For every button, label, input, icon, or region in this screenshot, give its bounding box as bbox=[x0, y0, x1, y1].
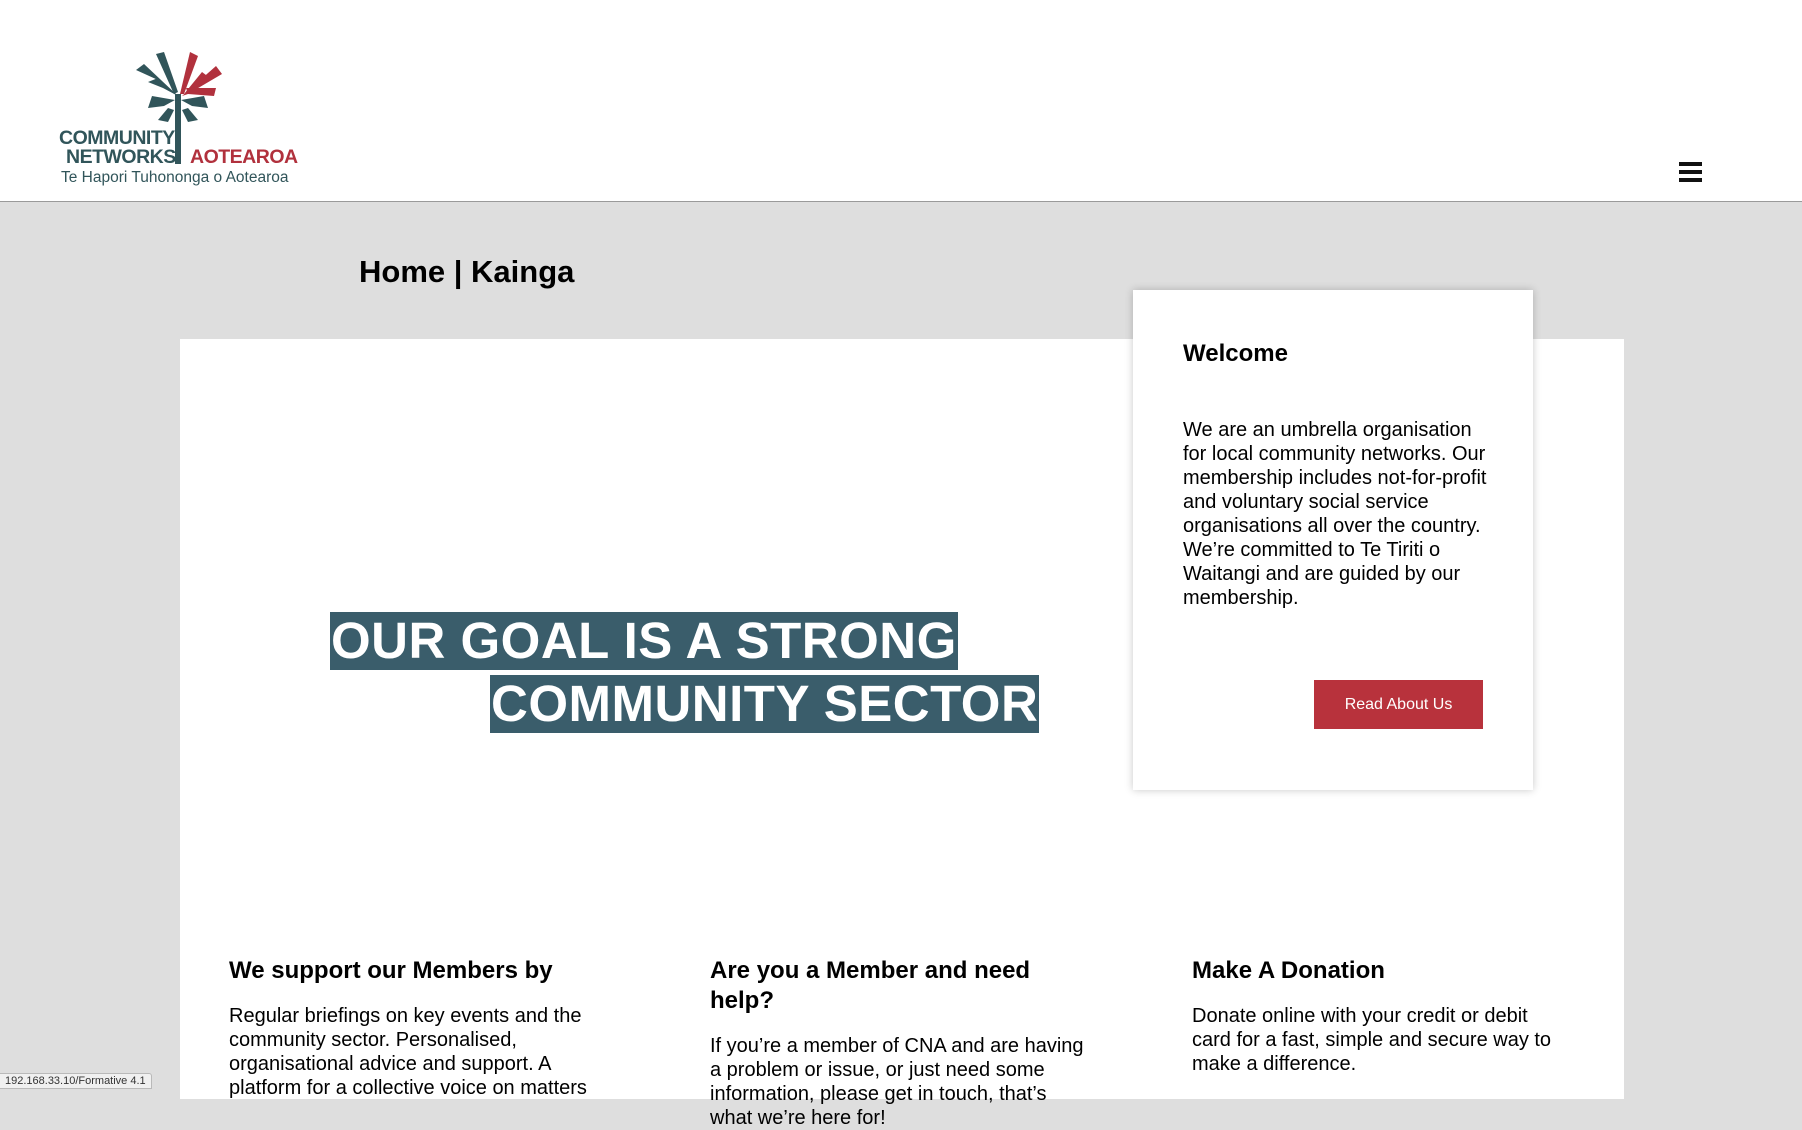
members-support-column: We support our Members by Regular briefi… bbox=[229, 956, 609, 1100]
logo-text-networks: NETWORKS bbox=[66, 146, 176, 168]
hamburger-menu-icon[interactable] bbox=[1676, 158, 1704, 186]
column-title: Make A Donation bbox=[1192, 957, 1385, 984]
donation-column: Make A Donation Donate online with your … bbox=[1192, 956, 1572, 1076]
link-status-bar: 192.168.33.10/Formative 4.1 bbox=[0, 1073, 152, 1089]
hero-line-1: OUR GOAL IS A STRONG bbox=[330, 612, 958, 670]
welcome-card: Welcome We are an umbrella organisation … bbox=[1133, 290, 1533, 790]
page-title: Home | Kainga bbox=[359, 254, 575, 289]
column-text: Donate online with your credit or debit … bbox=[1192, 1005, 1552, 1075]
hero-line-2: COMMUNITY SECTOR bbox=[490, 675, 1040, 733]
column-text: Regular briefings on key events and the … bbox=[229, 1005, 587, 1099]
site-header: COMMUNITY NETWORKS AOTEAROA Te Hapori Tu… bbox=[0, 0, 1802, 202]
logo-subtitle: Te Hapori Tuhononga o Aotearoa bbox=[61, 169, 289, 186]
column-title: We support our Members by bbox=[229, 957, 553, 984]
column-title: Are you a Member and need help? bbox=[710, 957, 1031, 1014]
menu-bar-middle bbox=[1679, 170, 1702, 174]
site-logo-link[interactable]: COMMUNITY NETWORKS AOTEAROA Te Hapori Tu… bbox=[56, 48, 298, 190]
welcome-title: Welcome bbox=[1183, 340, 1288, 367]
menu-bar-top bbox=[1679, 162, 1702, 166]
menu-bar-bottom bbox=[1679, 178, 1702, 182]
logo-text-aotearoa: AOTEAROA bbox=[190, 146, 298, 168]
logo-text-community: COMMUNITY bbox=[59, 127, 175, 149]
column-text: If you’re a member of CNA and are having… bbox=[710, 1035, 1084, 1129]
welcome-text: We are an umbrella organisation for loca… bbox=[1183, 419, 1487, 609]
read-about-us-button[interactable]: Read About Us bbox=[1314, 680, 1483, 729]
member-help-column: Are you a Member and need help? If you’r… bbox=[710, 956, 1090, 1130]
